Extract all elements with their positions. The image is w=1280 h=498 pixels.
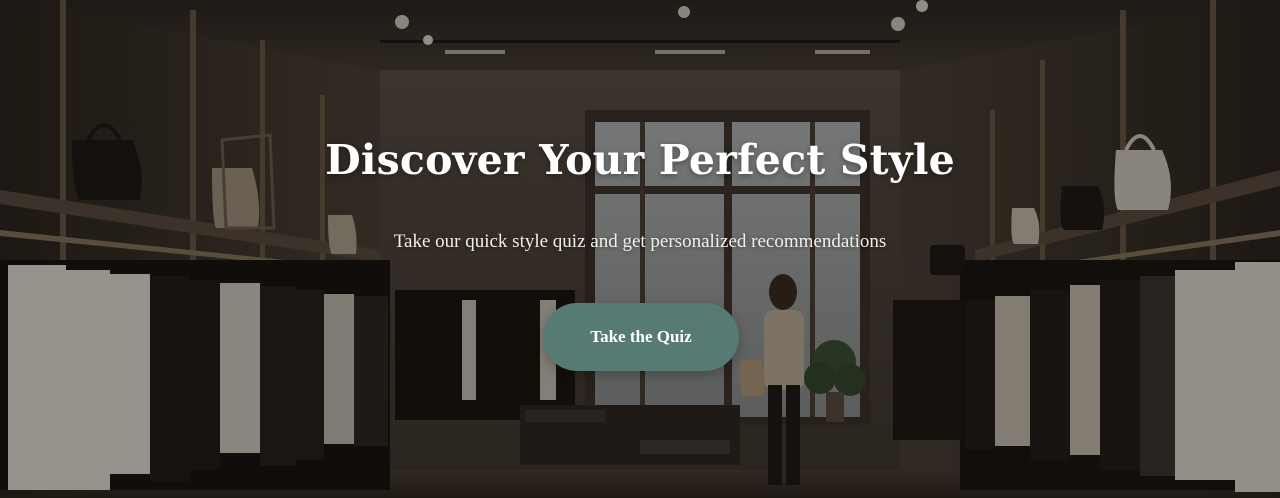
hero-subtitle: Take our quick style quiz and get person… xyxy=(393,231,887,252)
take-quiz-button[interactable]: Take the Quiz xyxy=(543,303,739,371)
hero-section: Discover Your Perfect Style Take our qui… xyxy=(0,0,1280,498)
hero-title: Discover Your Perfect Style xyxy=(325,136,955,184)
hero-content: Discover Your Perfect Style Take our qui… xyxy=(0,0,1280,498)
